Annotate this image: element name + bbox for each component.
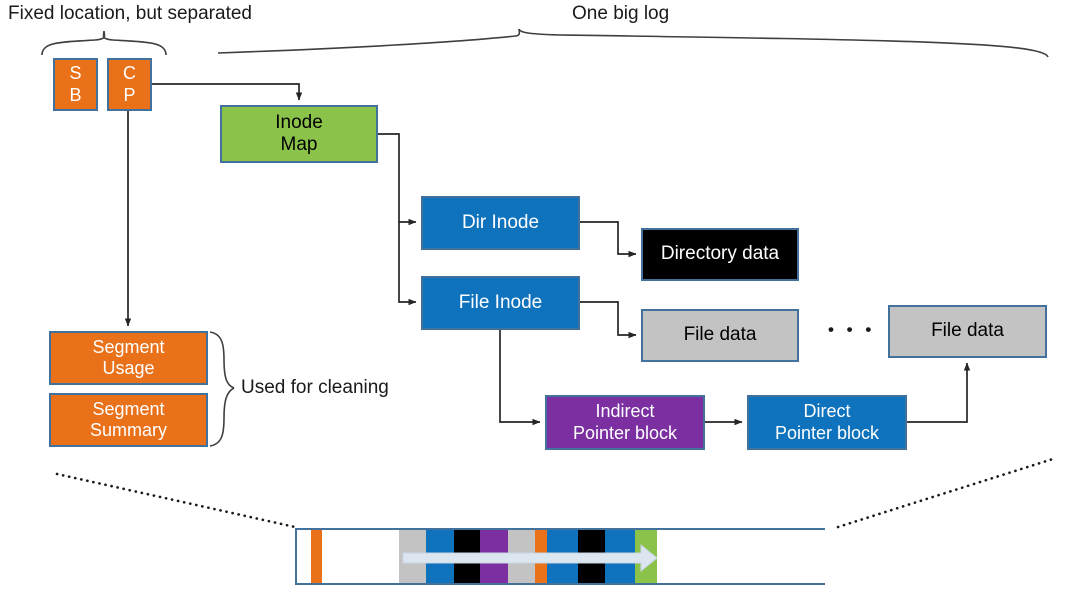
segment-block-indirect-block xyxy=(480,530,508,583)
label-used-for-cleaning: Used for cleaning xyxy=(241,377,389,398)
arrow-inode-map-to-dir-inode xyxy=(378,133,417,226)
segment-block-directory-data-b xyxy=(578,530,605,583)
arrow-direct-to-file-data xyxy=(907,362,971,423)
segment-usage-box[interactable]: Segment Usage xyxy=(49,331,208,385)
brace-one-big-log xyxy=(217,28,1049,58)
dotted-guide-left xyxy=(55,472,297,529)
label-one-big-log: One big log xyxy=(572,3,670,24)
brace-fixed-location xyxy=(41,30,167,56)
segment-bar[interactable] xyxy=(295,528,825,585)
segment-block-inode-map xyxy=(635,530,657,583)
segment-block-inode-c xyxy=(605,530,635,583)
dir-inode-box[interactable]: Dir Inode xyxy=(421,196,580,250)
segment-block-directory-data xyxy=(454,530,480,583)
dotted-guide-right xyxy=(836,456,1058,529)
arrow-file-inode-to-indirect-pointer xyxy=(499,330,541,426)
arrow-file-inode-to-file-data xyxy=(580,301,637,339)
diagram-canvas: Fixed location, but separated One big lo… xyxy=(0,0,1080,600)
arrow-dir-inode-to-directory-data xyxy=(580,221,637,258)
directory-data-box[interactable]: Directory data xyxy=(641,228,799,281)
ellipsis-between-file-data: • • • xyxy=(828,320,876,339)
segment-block-gap-left xyxy=(297,530,311,583)
segment-block-free-space-right xyxy=(657,530,825,583)
segment-summary-box[interactable]: Segment Summary xyxy=(49,393,208,447)
segment-block-file-data-a xyxy=(399,530,426,583)
segment-block-checkpoint xyxy=(535,530,547,583)
file-inode-box[interactable]: File Inode xyxy=(421,276,580,330)
segment-block-file-data-b xyxy=(508,530,535,583)
inode-map-box[interactable]: Inode Map xyxy=(220,105,378,163)
brace-used-for-cleaning xyxy=(209,331,235,447)
segment-block-inode-b xyxy=(547,530,578,583)
file-data-box-2[interactable]: File data xyxy=(888,305,1047,358)
direct-pointer-block-box[interactable]: Direct Pointer block xyxy=(747,395,907,450)
label-fixed-location: Fixed location, but separated xyxy=(8,3,252,24)
segment-block-superblock xyxy=(311,530,322,583)
indirect-pointer-block-box[interactable]: Indirect Pointer block xyxy=(545,395,705,450)
checkpoint-box[interactable]: C P xyxy=(107,58,152,111)
superblock-box[interactable]: S B xyxy=(53,58,98,111)
segment-block-inode-a xyxy=(426,530,454,583)
arrow-cp-to-inode-map xyxy=(152,83,303,101)
segment-block-free-space-left xyxy=(322,530,399,583)
arrow-inode-map-to-file-inode xyxy=(398,222,417,306)
file-data-box-1[interactable]: File data xyxy=(641,309,799,362)
